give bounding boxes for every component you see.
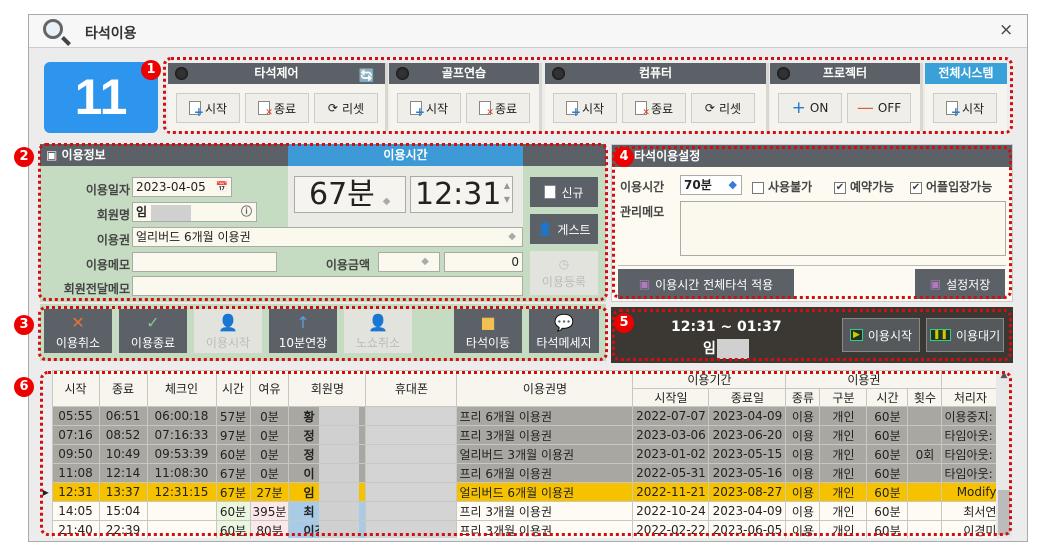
group-computer: 컴퓨터 시작 종료 ⟳리셋 [545,63,769,131]
usage-table-highlight [40,371,1012,536]
close-button[interactable]: × [999,20,1013,40]
sync-icon[interactable]: 🔄 [359,66,375,87]
title-bar: 타석이용 × [29,15,1027,48]
group-title: 타석제어 [254,66,299,80]
status-led-icon [552,67,565,80]
projector-off-button[interactable]: — OFF [847,93,911,123]
section-badge-4: 4 [614,147,634,167]
computer-reset-button[interactable]: ⟳ 리셋 [691,93,755,123]
start-doc-icon [188,101,204,119]
window-title: 타석이용 [85,26,137,42]
group-title: 전체시스템 [938,66,994,80]
reset-icon: ⟳ [704,101,715,115]
group-all-system: 전체시스템 시작 [925,63,1007,131]
status-highlight [612,309,1012,361]
group-title: 골프연습 [441,66,487,80]
all-system-start-button[interactable]: 시작 [933,93,997,123]
section-badge-5: 5 [614,313,634,333]
plus-icon: + [791,98,806,118]
start-doc-icon [565,101,581,119]
seat-reset-button[interactable]: ⟳ 리셋 [314,93,378,123]
seat-stop-button[interactable]: 종료 [245,93,309,123]
stop-doc-icon [257,101,273,118]
seat-settings-highlight [612,146,1012,299]
section-badge-3: 3 [14,315,34,335]
seat-start-button[interactable]: 시작 [176,93,240,123]
action-bar-highlight [38,306,608,361]
golf-stop-button[interactable]: 종료 [466,93,530,123]
status-led-icon [175,67,188,80]
group-title: 컴퓨터 [638,66,673,80]
reset-icon: ⟳ [327,101,338,115]
start-doc-icon [409,101,425,119]
golf-start-button[interactable]: 시작 [397,93,461,123]
status-led-icon [396,67,409,80]
status-led-icon [777,67,790,80]
start-doc-icon [945,101,961,119]
stop-doc-icon [634,101,650,118]
section-badge-6: 6 [14,377,34,397]
computer-stop-button[interactable]: 종료 [622,93,686,123]
group-golf-practice: 골프연습 시작 종료 [389,63,542,131]
usage-info-highlight [38,143,608,301]
group-title: 프로젝터 [822,66,868,80]
computer-start-button[interactable]: 시작 [553,93,617,123]
group-projector: 프로젝터 + ON — OFF [770,63,923,131]
group-seat-control: 타석제어 🔄 시작 종료 ⟳리셋 [168,63,388,131]
magnifier-icon [43,19,63,39]
minus-icon: — [856,98,874,118]
projector-on-button[interactable]: + ON [778,93,842,123]
section-badge-1: 1 [141,60,161,80]
section-badge-2: 2 [14,147,34,167]
stop-doc-icon [478,101,494,118]
